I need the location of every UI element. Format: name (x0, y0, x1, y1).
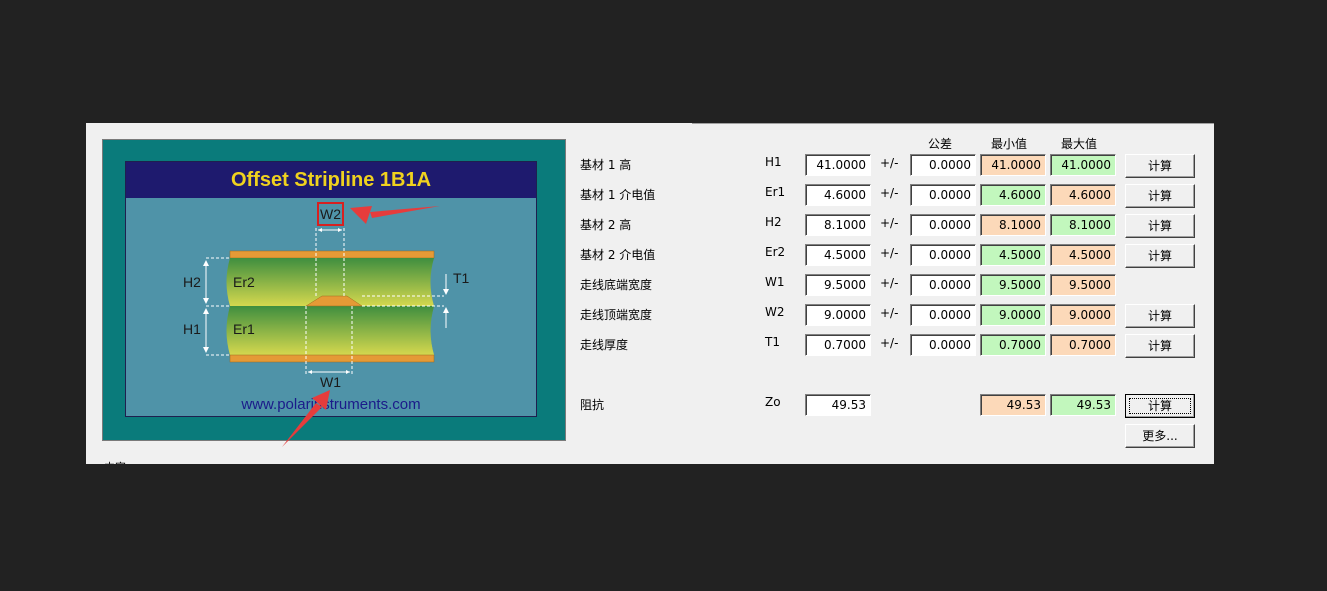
h2-max-field[interactable]: 8.1000 (1050, 214, 1116, 236)
partial-status-label: 中容 (104, 459, 126, 464)
calculate-h2-button[interactable]: 计算 (1125, 214, 1195, 238)
t1-plus-minus: +/- (880, 336, 899, 350)
h1-value-field[interactable]: 41.0000 (805, 154, 871, 176)
max-header: 最大值 (1061, 137, 1098, 151)
row-symbol-h1: H1 (765, 155, 782, 169)
row-label-w1: 走线底端宽度 (580, 278, 653, 292)
t1-tolerance-field[interactable]: 0.0000 (910, 334, 976, 356)
w1-plus-minus: +/- (880, 276, 899, 290)
row-symbol-w2: W2 (765, 305, 785, 319)
w2-label: W2 (320, 206, 341, 222)
er1-min-field[interactable]: 4.6000 (980, 184, 1046, 206)
h2-label: H2 (183, 274, 201, 290)
h1-label: H1 (183, 321, 201, 337)
w1-max-field[interactable]: 9.5000 (1050, 274, 1116, 296)
h1-tolerance-field[interactable]: 0.0000 (910, 154, 976, 176)
row-symbol-t1: T1 (765, 335, 780, 349)
calculate-er1-button[interactable]: 计算 (1125, 184, 1195, 208)
t1-label: T1 (453, 270, 470, 286)
calculate-t1-button[interactable]: 计算 (1125, 334, 1195, 358)
er2-value-field[interactable]: 4.5000 (805, 244, 871, 266)
impedance-symbol: Zo (765, 395, 781, 409)
er2-label: Er2 (233, 274, 255, 290)
impedance-min-field[interactable]: 49.53 (980, 394, 1046, 416)
er1-label: Er1 (233, 321, 255, 337)
row-label-h1: 基材 1 高 (580, 158, 632, 172)
top-ground-plane (229, 250, 435, 259)
w1-tolerance-field[interactable]: 0.0000 (910, 274, 976, 296)
stackup-diagram: Offset Stripline 1B1A W2 W1 H2 H1 Er2 Er… (125, 161, 537, 417)
calculate-h1-button[interactable]: 计算 (1125, 154, 1195, 178)
er1-plus-minus: +/- (880, 186, 899, 200)
row-label-er1: 基材 1 介电值 (580, 188, 656, 202)
er1-tolerance-field[interactable]: 0.0000 (910, 184, 976, 206)
bottom-ground-plane (229, 354, 435, 363)
focus-rectangle (1129, 398, 1191, 414)
er1-value-field[interactable]: 4.6000 (805, 184, 871, 206)
calculate-impedance-button[interactable]: 计算 (1125, 394, 1195, 418)
impedance-max-field[interactable]: 49.53 (1050, 394, 1116, 416)
calculate-w2-button[interactable]: 计算 (1125, 304, 1195, 328)
h2-min-field[interactable]: 8.1000 (980, 214, 1046, 236)
row-symbol-er2: Er2 (765, 245, 786, 259)
w2-value-field[interactable]: 9.0000 (805, 304, 871, 326)
tolerance-header: 公差 (928, 137, 953, 151)
row-symbol-h2: H2 (765, 215, 782, 229)
stackup-diagram-frame: Offset Stripline 1B1A W2 W1 H2 H1 Er2 Er… (102, 139, 566, 441)
t1-max-field[interactable]: 0.7000 (1050, 334, 1116, 356)
w1-min-field[interactable]: 9.5000 (980, 274, 1046, 296)
min-header: 最小值 (991, 137, 1028, 151)
row-label-er2: 基材 2 介电值 (580, 248, 656, 262)
impedance-label: 阻抗 (580, 398, 605, 412)
h1-max-field[interactable]: 41.0000 (1050, 154, 1116, 176)
calculator-panel: Offset Stripline 1B1A W2 W1 H2 H1 Er2 Er… (86, 123, 1214, 464)
row-symbol-w1: W1 (765, 275, 785, 289)
more-button[interactable]: 更多... (1125, 424, 1195, 448)
h1-min-field[interactable]: 41.0000 (980, 154, 1046, 176)
w1-label: W1 (320, 374, 341, 390)
w2-min-field[interactable]: 9.0000 (980, 304, 1046, 326)
diagram-url: www.polarinstruments.com (241, 396, 421, 413)
er2-max-field[interactable]: 4.5000 (1050, 244, 1116, 266)
w2-max-field[interactable]: 9.0000 (1050, 304, 1116, 326)
er2-min-field[interactable]: 4.5000 (980, 244, 1046, 266)
w2-tolerance-field[interactable]: 0.0000 (910, 304, 976, 326)
t1-min-field[interactable]: 0.7000 (980, 334, 1046, 356)
er2-plus-minus: +/- (880, 246, 899, 260)
er2-tolerance-field[interactable]: 0.0000 (910, 244, 976, 266)
w1-value-field[interactable]: 9.5000 (805, 274, 871, 296)
row-label-t1: 走线厚度 (580, 338, 629, 352)
row-label-w2: 走线顶端宽度 (580, 308, 653, 322)
row-label-h2: 基材 2 高 (580, 218, 632, 232)
calculate-er2-button[interactable]: 计算 (1125, 244, 1195, 268)
h2-value-field[interactable]: 8.1000 (805, 214, 871, 236)
h2-tolerance-field[interactable]: 0.0000 (910, 214, 976, 236)
t1-value-field[interactable]: 0.7000 (805, 334, 871, 356)
panel-divider (692, 123, 1214, 124)
h2-plus-minus: +/- (880, 216, 899, 230)
impedance-value-field[interactable]: 49.53 (805, 394, 871, 416)
w2-plus-minus: +/- (880, 306, 899, 320)
row-symbol-er1: Er1 (765, 185, 786, 199)
er1-max-field[interactable]: 4.6000 (1050, 184, 1116, 206)
h1-plus-minus: +/- (880, 156, 899, 170)
